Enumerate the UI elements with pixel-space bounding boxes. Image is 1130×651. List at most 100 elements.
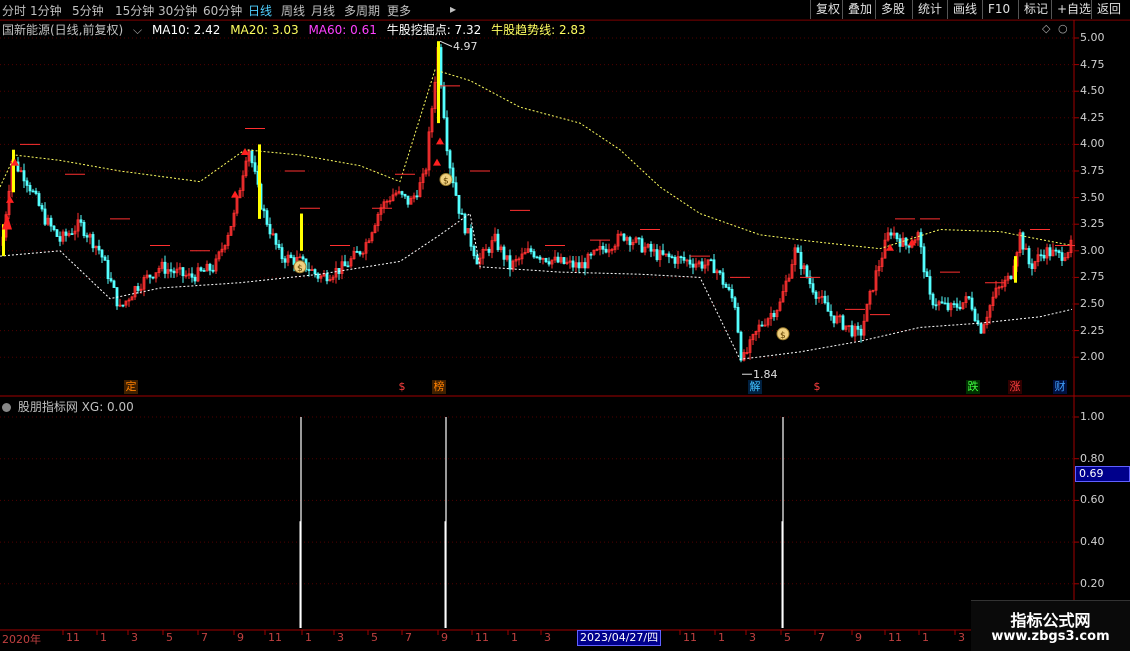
candle-body	[727, 286, 731, 290]
candle-body	[640, 238, 644, 253]
candle-body	[40, 205, 44, 210]
candle-body	[601, 245, 605, 250]
candle-body	[811, 283, 815, 293]
candle-body	[712, 259, 716, 274]
candle-body	[661, 250, 665, 255]
date-tick-label: 1	[511, 631, 518, 644]
candle-body	[34, 190, 38, 194]
candle-body	[211, 269, 215, 272]
candle-body	[343, 261, 347, 267]
candle-body	[85, 235, 89, 238]
signal-bar	[258, 144, 261, 219]
candle-body	[826, 302, 830, 312]
date-tick-label: 3	[337, 631, 344, 644]
candle-body	[103, 256, 107, 261]
candle-body	[280, 247, 284, 260]
candle-body	[736, 306, 740, 333]
candle-body	[454, 182, 458, 196]
candle-body	[169, 269, 173, 272]
watermark: 指标公式网 www.zbgs3.com	[971, 600, 1130, 651]
price-tick-label: 5.00	[1080, 31, 1105, 44]
event-marker[interactable]: 榜	[432, 380, 446, 394]
event-marker[interactable]: 解	[748, 380, 762, 394]
candle-body	[181, 267, 185, 277]
candle-body	[457, 194, 461, 214]
candle-body	[400, 191, 404, 195]
candle-body	[700, 261, 704, 269]
candle-body	[805, 265, 809, 278]
date-tick-label: 11	[66, 631, 80, 644]
candle-body	[265, 210, 269, 225]
candle-body	[289, 254, 293, 259]
candle-body	[82, 221, 86, 236]
candle-body	[544, 257, 548, 263]
event-marker[interactable]: 涨	[1008, 380, 1022, 394]
candle-body	[919, 232, 923, 248]
candle-body	[148, 274, 152, 278]
candle-body	[37, 193, 41, 206]
kline-chart[interactable]: $ $ $	[0, 0, 1130, 650]
date-tick-label: 2020年	[2, 633, 41, 646]
candle-body	[193, 276, 197, 282]
candle-body	[628, 237, 632, 246]
signal-bar	[437, 41, 440, 124]
candle-body	[832, 315, 836, 324]
selected-date: 2023/04/27/四	[577, 630, 662, 646]
candle-body	[562, 257, 566, 264]
date-tick-label: 1	[305, 631, 312, 644]
event-marker[interactable]: $	[810, 380, 824, 394]
candle-body	[856, 325, 860, 330]
candle-body	[973, 308, 977, 322]
buy-arrow-icon	[433, 158, 441, 166]
watermark-title: 指标公式网	[1010, 611, 1091, 630]
candle-body	[100, 249, 104, 258]
candle-body	[55, 229, 59, 237]
candle-body	[508, 255, 512, 270]
candle-body	[358, 251, 362, 255]
candle-body	[1048, 247, 1052, 257]
candle-body	[760, 324, 764, 327]
buy-arrow-icon	[6, 195, 14, 203]
candle-body	[472, 245, 476, 257]
event-marker[interactable]: 跌	[966, 380, 980, 394]
candle-body	[889, 232, 893, 236]
price-tick-label: 2.50	[1080, 297, 1105, 310]
indicator-tick-label: 0.20	[1080, 576, 1105, 590]
candle-body	[928, 276, 932, 295]
event-marker[interactable]: 定	[124, 380, 138, 394]
candle-body	[946, 302, 950, 311]
price-tick-label: 3.50	[1080, 190, 1105, 204]
candle-body	[538, 256, 542, 260]
candle-body	[1054, 249, 1058, 252]
event-marker[interactable]: 财	[1053, 380, 1067, 394]
candle-body	[859, 328, 863, 336]
candle-body	[724, 283, 728, 288]
candle-body	[571, 260, 575, 268]
date-tick-label: 11	[683, 631, 697, 644]
candle-body	[649, 243, 653, 252]
price-tick-label: 2.75	[1080, 270, 1105, 284]
candle-body	[502, 246, 506, 260]
candle-body	[529, 248, 533, 253]
price-tick-label: 4.00	[1080, 137, 1105, 151]
signal-bar	[1014, 256, 1017, 283]
candle-body	[448, 150, 452, 169]
candle-body	[64, 231, 68, 236]
candle-body	[955, 303, 959, 308]
candle-body	[979, 323, 983, 334]
candle-body	[250, 150, 254, 164]
candle-body	[58, 236, 62, 242]
date-tick-label: 11	[888, 631, 902, 644]
candle-body	[106, 259, 110, 280]
indicator-tick-label: 1.00	[1080, 410, 1105, 423]
candle-body	[28, 185, 32, 192]
event-marker[interactable]: $	[395, 380, 409, 394]
candle-body	[679, 256, 683, 259]
candle-body	[49, 217, 53, 227]
candle-body	[688, 259, 692, 265]
candle-body	[577, 262, 581, 269]
candle-body	[622, 233, 626, 241]
price-tick-label: 3.00	[1080, 243, 1105, 257]
candle-body	[922, 246, 926, 273]
indicator-tick-label: 0.80	[1080, 451, 1105, 465]
